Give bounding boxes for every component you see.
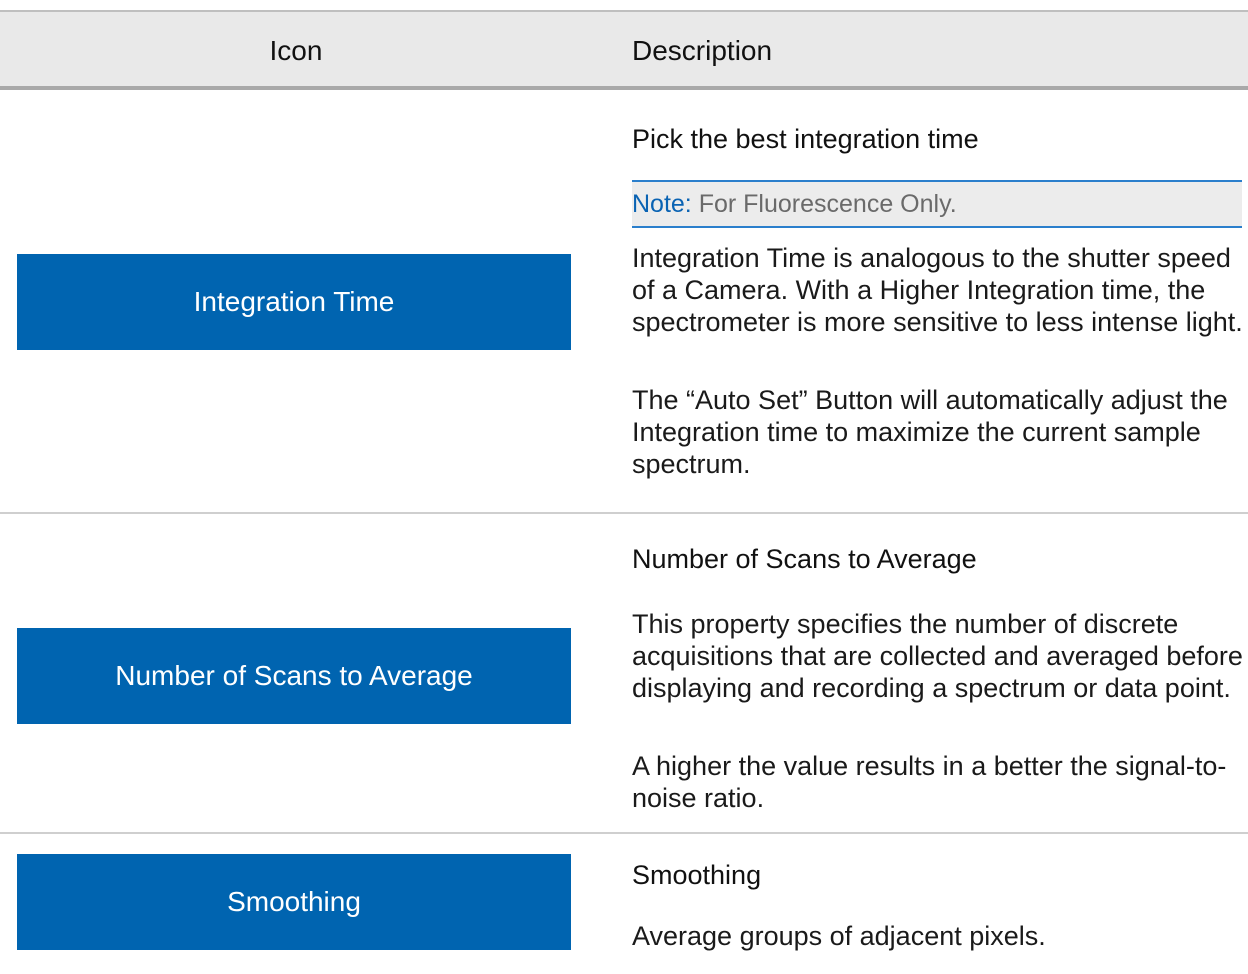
table-header: Icon Description [0, 10, 1248, 90]
icon-description-table: Icon Description Integration Time Pick t… [0, 10, 1248, 974]
table-row: Smoothing Smoothing Average groups of ad… [0, 834, 1248, 974]
note-label: Note: [632, 190, 692, 218]
description-paragraph: Average groups of adjacent pixels. [632, 921, 1046, 951]
note-box: Note: For Fluorescence Only. [632, 180, 1242, 228]
scans-to-average-button[interactable]: Number of Scans to Average [17, 628, 571, 724]
table-row: Integration Time Pick the best integrati… [0, 90, 1248, 514]
description-paragraph: A higher the value results in a better t… [632, 751, 1227, 813]
description-paragraph: This property specifies the number of di… [632, 609, 1243, 703]
description-title: Number of Scans to Average [632, 544, 977, 574]
smoothing-button[interactable]: Smoothing [17, 854, 571, 950]
note-text: For Fluorescence Only. [698, 190, 957, 218]
integration-time-button[interactable]: Integration Time [17, 254, 571, 350]
column-header-icon: Icon [269, 35, 323, 66]
description-title: Smoothing [632, 860, 762, 890]
description-paragraph: Integration Time is analogous to the shu… [632, 243, 1243, 337]
description-title: Pick the best integration time [632, 124, 979, 154]
column-header-description: Description [632, 35, 773, 66]
description-paragraph: The “Auto Set” Button will automatically… [632, 385, 1228, 479]
table-row: Number of Scans to Average Number of Sca… [0, 514, 1248, 834]
